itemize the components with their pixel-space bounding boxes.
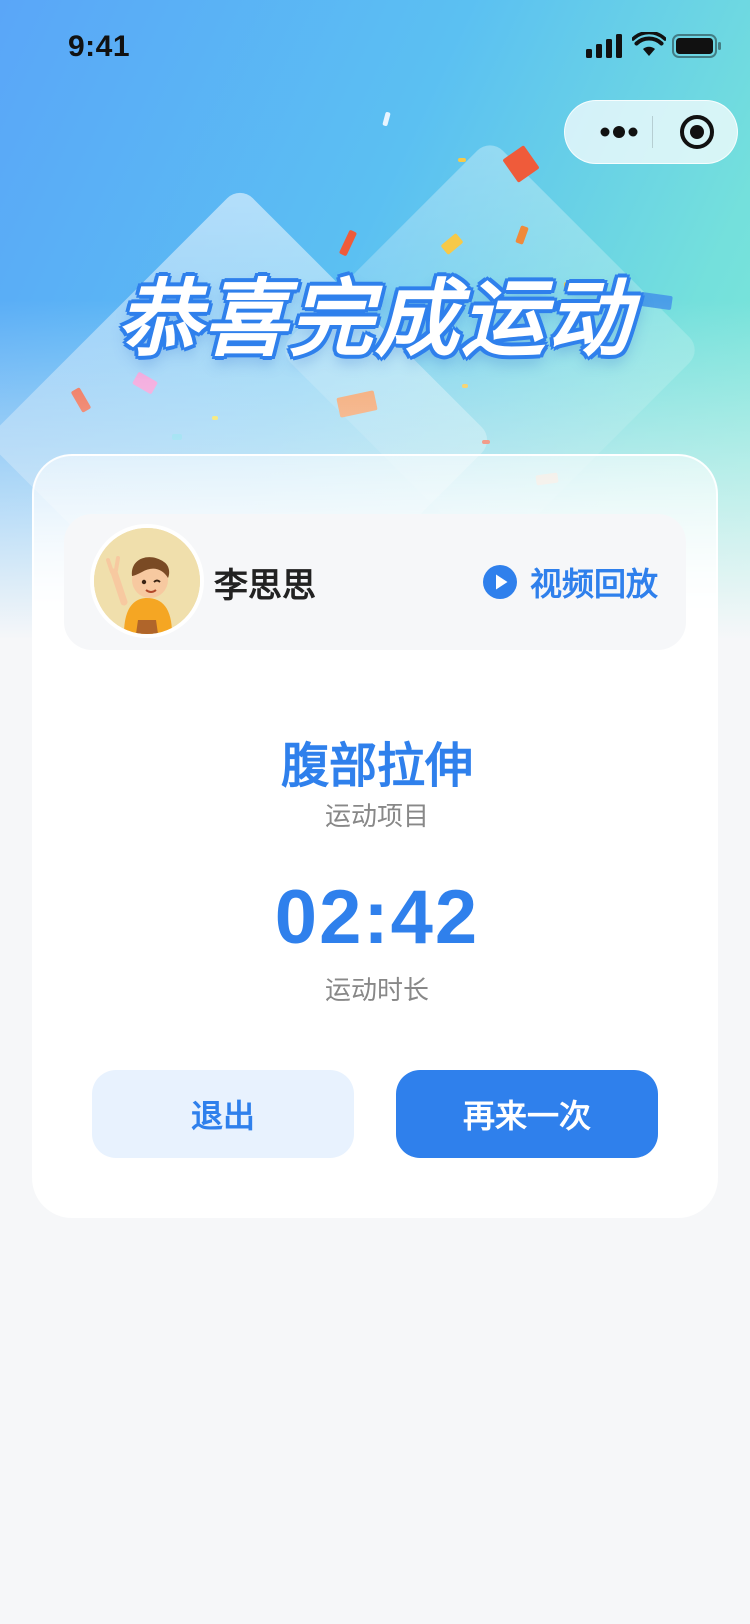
status-time: 9:41 (68, 30, 131, 63)
duration-caption: 运动时长 (324, 976, 429, 1006)
exercise-caption: 运动项目 (324, 802, 429, 832)
user-name: 李思思 (214, 566, 316, 606)
video-replay-label: 视频回放 (529, 565, 658, 603)
exercise-name: 腹部拉伸 (280, 738, 473, 794)
avatar (90, 524, 204, 638)
avatar-boy-icon (94, 528, 200, 634)
duration-value: 02:42 (274, 875, 480, 960)
battery-icon (672, 34, 721, 58)
close-button[interactable] (665, 101, 729, 163)
result-card: 李思思 视频回放 腹部拉伸 运动项目 02:42 运动时长 退出 再来一次 (32, 454, 718, 1218)
capsule-divider (652, 116, 653, 148)
more-dots-icon (600, 126, 638, 138)
wifi-icon (632, 32, 666, 56)
user-row: 李思思 视频回放 (64, 514, 686, 650)
hero-title: 恭喜完成运动 (116, 270, 633, 368)
mini-program-capsule (564, 100, 738, 164)
confetti (382, 111, 391, 127)
more-button[interactable] (587, 101, 651, 163)
video-replay-button[interactable]: 视频回放 (482, 514, 658, 650)
confetti (458, 158, 466, 162)
exit-button[interactable]: 退出 (92, 1070, 354, 1158)
target-close-icon (680, 115, 714, 149)
status-bar: 9:41 (0, 0, 750, 100)
play-circle-icon (482, 565, 517, 599)
try-again-button[interactable]: 再来一次 (396, 1070, 658, 1158)
signal-icon (586, 34, 622, 58)
